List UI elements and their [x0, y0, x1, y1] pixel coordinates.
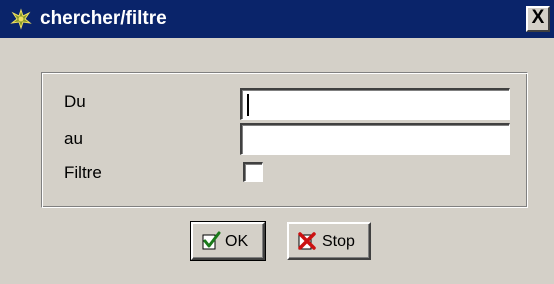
close-button[interactable]: X	[526, 6, 550, 32]
ok-label: OK	[225, 233, 249, 250]
app-leaf-icon	[10, 8, 32, 30]
red-x-icon	[297, 231, 317, 251]
checkmark-icon	[201, 231, 221, 251]
filter-label: Filtre	[64, 163, 102, 182]
filter-checkbox[interactable]	[243, 162, 263, 182]
field-label-du: Du	[64, 92, 86, 111]
title-bar[interactable]: chercher/filtre X	[0, 0, 554, 38]
stop-button[interactable]: Stop	[287, 222, 371, 260]
text-caret	[247, 94, 249, 116]
ok-button[interactable]: OK	[190, 221, 266, 261]
window-title: chercher/filtre	[40, 8, 167, 29]
field-label-au: au	[64, 129, 83, 148]
du-input[interactable]	[240, 88, 510, 120]
dialog-window: chercher/filtre X Du au Filtre OK Stop	[0, 0, 554, 284]
au-input[interactable]	[240, 123, 510, 155]
stop-label: Stop	[322, 233, 355, 250]
